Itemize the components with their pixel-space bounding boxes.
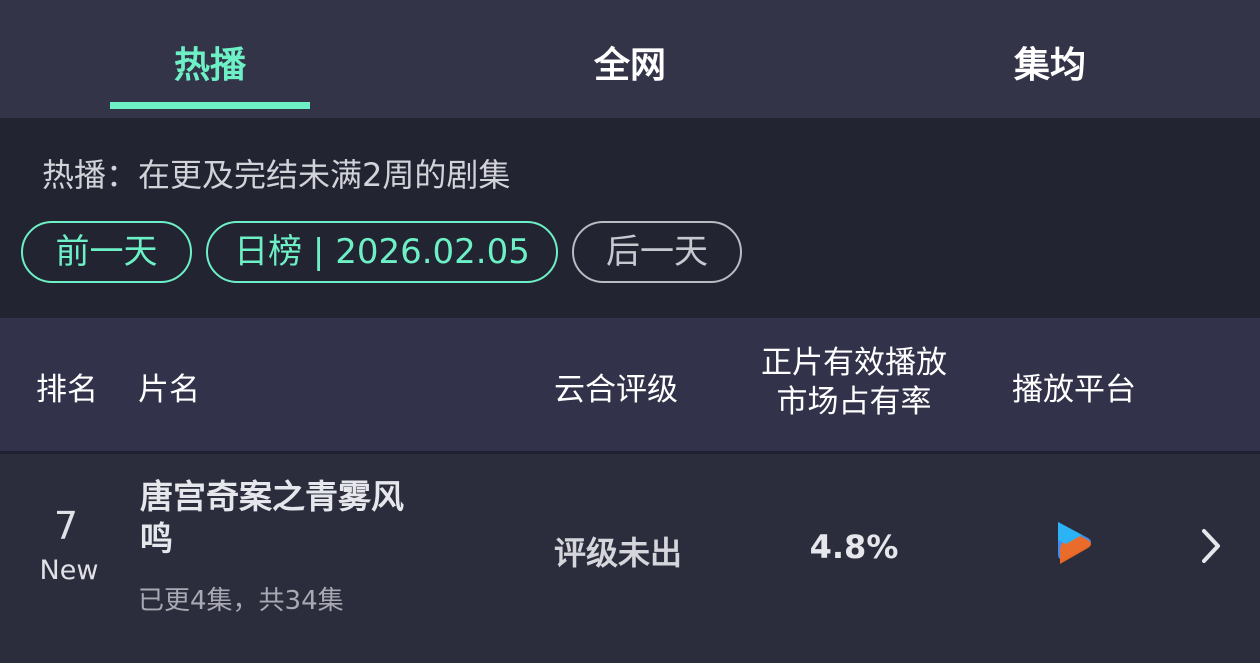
- row-episode-count: 已更4集，共34集: [138, 586, 344, 616]
- header-title: 片名: [138, 372, 200, 408]
- row-rank: 7: [53, 504, 79, 548]
- chevron-right-icon[interactable]: [1196, 527, 1226, 565]
- tab-all-network[interactable]: 全网: [530, 36, 730, 88]
- row-market-share: 4.8%: [809, 528, 899, 566]
- header-rating: 云合评级: [554, 372, 678, 408]
- row-rating: 评级未出: [554, 534, 683, 572]
- chart-description: 热播：在更及完结未满2周的剧集: [42, 156, 511, 194]
- header-market-share: 正片有效播放 市场占有率: [740, 344, 968, 422]
- tab-bar: 热播 全网 集均: [0, 0, 1260, 118]
- play-logo-icon: [1058, 522, 1091, 564]
- info-panel: [0, 118, 1260, 318]
- tab-episode-average[interactable]: 集均: [950, 36, 1150, 88]
- tab-hot[interactable]: 热播: [110, 36, 310, 88]
- header-market-share-line2: 市场占有率: [776, 384, 932, 420]
- row-show-title[interactable]: 唐宫奇案之青雾风鸣: [140, 476, 420, 560]
- prev-day-button[interactable]: 前一天: [21, 221, 192, 283]
- header-market-share-line1: 正片有效播放: [761, 345, 947, 381]
- header-rank: 排名: [36, 372, 98, 408]
- date-selector-button[interactable]: 日榜 | 2026.02.05: [206, 221, 558, 283]
- row-new-badge: New: [39, 555, 99, 586]
- header-platform: 播放平台: [1012, 372, 1136, 408]
- next-day-button[interactable]: 后一天: [572, 221, 742, 283]
- active-tab-indicator: [110, 102, 310, 109]
